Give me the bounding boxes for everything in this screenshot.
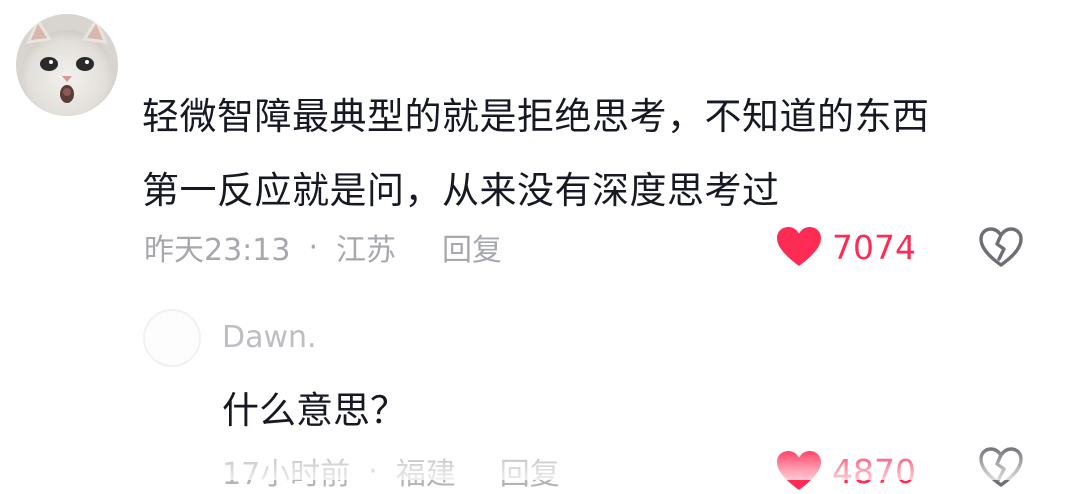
broken-heart-icon <box>979 227 1023 267</box>
reply-like-count: 4870 <box>832 451 916 491</box>
meta-separator: · <box>308 229 319 265</box>
like-count: 7074 <box>832 227 916 267</box>
comment-text: 轻微智障最典型的就是拒绝思考，不知道的东西 第一反应就是问，从来没有深度思考过 <box>142 80 1042 228</box>
reply-button[interactable]: 回复 <box>442 225 502 269</box>
reply-like-button[interactable]: 4870 <box>776 448 916 494</box>
reply-text: 什么意思？ <box>222 389 407 432</box>
reply-avatar[interactable] <box>143 309 201 367</box>
reply-meta: 17小时前 · 福建 回复 <box>222 448 560 494</box>
dislike-button[interactable] <box>978 226 1024 268</box>
broken-heart-icon <box>979 447 1023 487</box>
heart-icon <box>777 451 821 490</box>
comment-list: 轻微智障最典型的就是拒绝思考，不知道的东西 第一反应就是问，从来没有深度思考过 … <box>0 0 1078 492</box>
comment-line: 轻微智障最典型的就是拒绝思考，不知道的东西 <box>142 95 930 138</box>
comment-location: 江苏 <box>336 233 397 268</box>
meta-separator: · <box>368 453 378 489</box>
reply-dislike-button[interactable] <box>978 446 1024 492</box>
heart-icon <box>777 227 821 266</box>
reply-time: 17小时前 <box>222 457 351 492</box>
comment-meta: 昨天23:13 · 江苏 回复 <box>144 222 502 272</box>
reply-location: 福建 <box>395 457 456 492</box>
reply-username[interactable]: Dawn. <box>222 320 317 355</box>
comment-avatar[interactable] <box>16 14 118 116</box>
reply-reply-button[interactable]: 回复 <box>500 449 560 493</box>
cat-avatar-icon <box>16 14 118 116</box>
comment-line: 第一反应就是问，从来没有深度思考过 <box>142 169 780 212</box>
like-button[interactable]: 7074 <box>776 222 916 272</box>
comment-time: 昨天23:13 <box>144 233 291 268</box>
